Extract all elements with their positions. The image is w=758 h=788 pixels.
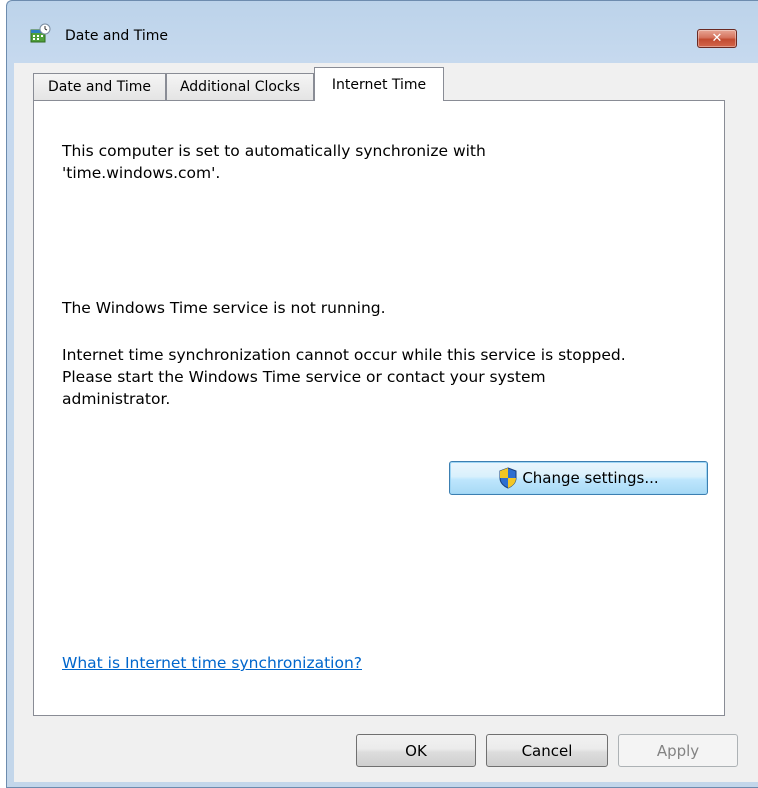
service-detail-line-1: Internet time synchronization cannot occ… <box>62 346 626 364</box>
tab-additional-clocks[interactable]: Additional Clocks <box>166 73 314 100</box>
tab-date-and-time[interactable]: Date and Time <box>33 73 166 100</box>
cancel-button[interactable]: Cancel <box>486 734 608 767</box>
ok-button[interactable]: OK <box>356 734 476 767</box>
ok-label: OK <box>405 741 427 760</box>
service-detail-line-2: Please start the Windows Time service or… <box>62 368 546 386</box>
change-settings-button[interactable]: Change settings... <box>449 461 708 495</box>
service-status-text: The Windows Time service is not running. <box>62 299 386 317</box>
help-link[interactable]: What is Internet time synchronization? <box>62 652 362 674</box>
tab-label: Date and Time <box>48 79 151 95</box>
change-settings-label: Change settings... <box>522 469 659 487</box>
uac-shield-icon <box>499 467 517 489</box>
apply-button[interactable]: Apply <box>618 734 738 767</box>
close-icon: ✕ <box>711 31 723 46</box>
sync-status-text: This computer is set to automatically sy… <box>62 142 486 160</box>
cancel-label: Cancel <box>521 741 573 760</box>
service-detail-line-3: administrator. <box>62 390 171 408</box>
tab-internet-time[interactable]: Internet Time <box>314 67 444 101</box>
calendar-clock-icon <box>30 23 51 43</box>
apply-label: Apply <box>656 741 700 760</box>
sync-server-text: 'time.windows.com'. <box>62 164 221 182</box>
window-title: Date and Time <box>65 28 168 44</box>
tab-label: Additional Clocks <box>179 79 301 95</box>
tab-label: Internet Time <box>331 76 427 93</box>
close-button[interactable]: ✕ <box>697 29 737 48</box>
